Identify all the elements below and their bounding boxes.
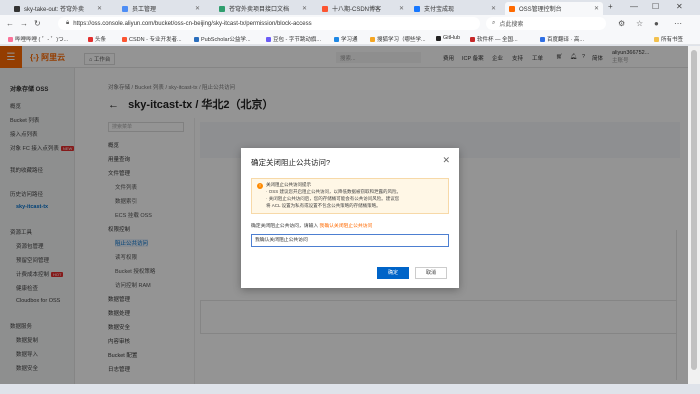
bookmark-github[interactable]: GitHub: [436, 35, 460, 41]
cancel-button[interactable]: 取消: [415, 267, 447, 279]
browser-search-input[interactable]: ⌕ 点此搜索: [486, 17, 606, 30]
tab-csdn[interactable]: 十八期-CSDN博客 ✕: [318, 2, 408, 15]
maximize-icon[interactable]: ☐: [652, 2, 659, 11]
confirm-dialog: 确定关闭阻止公共访问? ✕ ! 关闭阻止公共访问提示 · OSS 建议您开启阻止…: [241, 148, 459, 288]
close-icon[interactable]: ✕: [591, 5, 599, 12]
tab-label: 员工管理: [132, 7, 157, 13]
extensions-icon[interactable]: ⚙: [618, 19, 625, 28]
warning-box: ! 关闭阻止公共访问提示 · OSS 建议您开启阻止公共访问，以降低数据被窃取和…: [251, 178, 449, 214]
csdn-icon: [322, 5, 328, 12]
search-icon: ⌕: [492, 20, 496, 26]
url-input[interactable]: 🔒︎ https://oss.console.aliyun.com/bucket…: [58, 17, 480, 30]
lock-icon: 🔒︎: [66, 20, 70, 26]
page-icon: [414, 5, 420, 12]
tab-oss-console[interactable]: OSS管理控制台 ✕: [505, 2, 603, 15]
bookmark-bilibili[interactable]: 哔哩哔哩 ( ゜- ゜)つ...: [8, 35, 68, 43]
tab-api-doc[interactable]: 苍穹外卖项目接口文档 ✕: [215, 2, 311, 15]
tab-label: 支付宝成现: [424, 7, 455, 13]
close-icon[interactable]: ✕: [442, 155, 450, 166]
tab-alipay[interactable]: 支付宝成现 ✕: [410, 2, 500, 15]
warning-title: 关闭阻止公共访问提示: [266, 182, 311, 187]
confirm-phrase: 我确认关闭阻止公共访问: [319, 224, 373, 229]
tab-label: sky-take-out: 苍穹外卖: [24, 7, 85, 13]
toutiao-icon: [88, 36, 93, 42]
close-icon[interactable]: ✕: [396, 5, 404, 12]
page-icon: [122, 5, 128, 12]
warning-icon: !: [257, 183, 263, 189]
minimize-icon[interactable]: —: [630, 2, 638, 11]
tab-sky-take-out[interactable]: sky-take-out: 苍穹外卖 ✕: [10, 2, 106, 15]
page-icon: [470, 36, 475, 42]
warning-line-3: 将 ACL 设置为私有或设置不包含公共策略的存储桶策略。: [266, 203, 381, 208]
page-icon: [219, 5, 225, 12]
close-icon[interactable]: ✕: [299, 5, 307, 12]
bookmark-toutiao[interactable]: 头条: [88, 35, 106, 43]
favorites-icon[interactable]: ☆: [636, 19, 643, 28]
sohu-icon: [370, 36, 375, 42]
bookmark-doubao[interactable]: 豆包 - 字节跳动旗...: [266, 35, 321, 43]
profile-icon[interactable]: ●: [654, 19, 659, 28]
warning-line-1: · OSS 建议您开启阻止公共访问，以降低数据被窃取和泄露的风险。: [266, 189, 401, 194]
bookmark-baidu-translate[interactable]: 百度翻译 · 高...: [540, 35, 584, 43]
confirm-instruction: 确定关闭阻止公共访问，请输入 我确认关闭阻止公共访问: [251, 222, 372, 229]
window-close-icon[interactable]: ✕: [676, 2, 683, 11]
search-placeholder: 点此搜索: [499, 22, 524, 28]
csdn-icon: [122, 36, 127, 42]
tab-label: 十八期-CSDN博客: [332, 7, 381, 13]
reload-icon[interactable]: ↻: [34, 19, 41, 28]
confirm-prefix: 确定关闭阻止公共访问，请输入: [251, 224, 319, 229]
baidu-icon: [540, 36, 545, 42]
close-icon[interactable]: ✕: [488, 5, 496, 12]
bookmark-all[interactable]: 所有书签: [654, 35, 683, 43]
folder-icon: [654, 36, 659, 42]
github-icon: [14, 5, 20, 12]
bookmark-xuexitong[interactable]: 学习通: [334, 35, 358, 43]
bookmark-ruanjianbei[interactable]: 软件杯 — 全国...: [470, 35, 518, 43]
new-tab-icon[interactable]: +: [608, 2, 613, 11]
scrollbar-thumb[interactable]: [691, 50, 697, 370]
more-icon[interactable]: ⋯: [674, 19, 682, 28]
pubscholar-icon: [194, 36, 199, 42]
xuexitong-icon: [334, 36, 339, 42]
aliyun-icon: [509, 5, 515, 12]
confirm-text-input[interactable]: 我确认关闭阻止公共访问: [251, 234, 449, 247]
bilibili-icon: [8, 36, 13, 42]
warning-line-2: · 关闭阻止公共访问后，您的存储桶可能会有公共访问风险。建议您: [266, 196, 400, 201]
bookmark-sohu[interactable]: 搜狐学习（哪些学...: [370, 35, 426, 43]
close-icon[interactable]: ✕: [192, 5, 200, 12]
bookmark-pubscholar[interactable]: PubScholar公益学...: [194, 35, 251, 43]
forward-icon[interactable]: →: [20, 19, 28, 28]
doubao-icon: [266, 36, 271, 42]
bookmark-csdn[interactable]: CSDN - 专业开发者...: [122, 35, 182, 43]
close-icon[interactable]: ✕: [94, 5, 102, 12]
url-text: https://oss.console.aliyun.com/bucket/os…: [73, 20, 312, 27]
confirm-button[interactable]: 确定: [377, 267, 409, 279]
dialog-title: 确定关闭阻止公共访问?: [251, 158, 331, 167]
tab-label: 苍穹外卖项目接口文档: [229, 7, 290, 13]
tab-label: OSS管理控制台: [519, 7, 562, 13]
github-icon: [436, 35, 441, 41]
back-icon[interactable]: ←: [6, 19, 14, 28]
tab-employee[interactable]: 员工管理 ✕: [118, 2, 204, 15]
